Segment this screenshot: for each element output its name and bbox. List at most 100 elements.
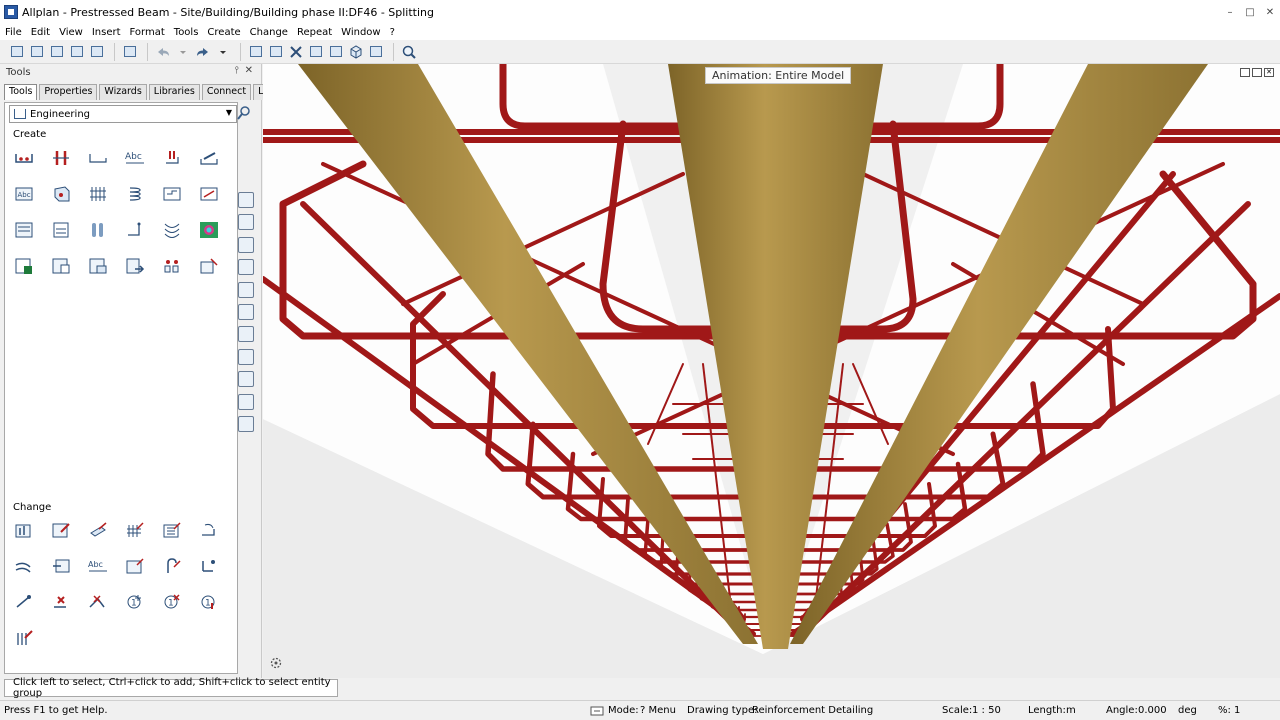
matrix-icon[interactable] bbox=[161, 255, 183, 277]
scale-value[interactable]: 1 : 50 bbox=[972, 705, 1001, 716]
spiral-icon[interactable] bbox=[124, 183, 146, 205]
strip-tool-icon[interactable] bbox=[238, 303, 254, 320]
close-window-button[interactable]: ✕ bbox=[1260, 0, 1280, 24]
report-icon[interactable] bbox=[50, 255, 72, 277]
delete-part-icon[interactable] bbox=[87, 591, 109, 613]
modify-properties-icon[interactable] bbox=[13, 627, 35, 649]
menu-tools[interactable]: Tools bbox=[170, 27, 203, 38]
modify-mesh-icon[interactable] bbox=[87, 519, 109, 541]
modify-place-icon[interactable] bbox=[198, 255, 220, 277]
renumber-delete-icon[interactable]: 1 bbox=[161, 591, 183, 613]
schedule-icon[interactable] bbox=[50, 219, 72, 241]
new-doc-icon[interactable] bbox=[8, 43, 26, 61]
menu-repeat[interactable]: Repeat bbox=[293, 27, 336, 38]
view-3d-icon[interactable] bbox=[347, 43, 365, 61]
modify-bend-icon[interactable] bbox=[198, 519, 220, 541]
list-icon[interactable] bbox=[87, 255, 109, 277]
copy-icon[interactable] bbox=[307, 43, 325, 61]
color-display-icon[interactable] bbox=[198, 219, 220, 241]
menu-change[interactable]: Change bbox=[246, 27, 292, 38]
close-icon[interactable]: ✕ bbox=[245, 65, 253, 76]
redo-dropdown-icon[interactable] bbox=[214, 43, 232, 61]
label-edit-icon[interactable] bbox=[124, 555, 146, 577]
strip-tool-icon[interactable] bbox=[238, 236, 254, 253]
tab-properties[interactable]: Properties bbox=[39, 84, 98, 100]
reinforcement-3d-view[interactable] bbox=[263, 64, 1280, 678]
tab-tools[interactable]: Tools bbox=[4, 84, 38, 100]
layers-icon[interactable] bbox=[367, 43, 385, 61]
menu-format[interactable]: Format bbox=[126, 27, 169, 38]
modify-area-icon[interactable] bbox=[161, 519, 183, 541]
tab-connect[interactable]: Connect bbox=[201, 84, 252, 100]
modify-params-icon[interactable] bbox=[13, 519, 35, 541]
viewport-close-icon[interactable]: ✕ bbox=[1264, 68, 1274, 77]
menu-file[interactable]: File bbox=[1, 27, 26, 38]
menu-edit[interactable]: Edit bbox=[27, 27, 54, 38]
renumber-move-icon[interactable]: 1 bbox=[198, 591, 220, 613]
menu-insert[interactable]: Insert bbox=[88, 27, 125, 38]
label-box-icon[interactable]: Abc bbox=[13, 183, 35, 205]
elevation-icon[interactable] bbox=[50, 147, 72, 169]
strip-tool-icon[interactable] bbox=[238, 371, 254, 388]
pin-icon[interactable]: ⫯ bbox=[235, 65, 239, 76]
area-reinf-icon[interactable] bbox=[161, 219, 183, 241]
mirror-icon[interactable] bbox=[327, 43, 345, 61]
plot-icon[interactable] bbox=[88, 43, 106, 61]
coupler-icon[interactable] bbox=[87, 219, 109, 241]
strip-tool-icon[interactable] bbox=[238, 393, 254, 410]
open-project-icon[interactable] bbox=[28, 43, 46, 61]
strip-tool-icon[interactable] bbox=[238, 214, 254, 231]
strip-tool-icon[interactable] bbox=[238, 259, 254, 276]
strip-tool-icon[interactable] bbox=[238, 281, 254, 298]
strip-tool-icon[interactable] bbox=[238, 326, 254, 343]
menu-help[interactable]: ? bbox=[386, 27, 399, 38]
drawing-type-value[interactable]: Reinforcement Detailing bbox=[752, 705, 873, 716]
snap-icon[interactable] bbox=[267, 43, 285, 61]
angle-value[interactable]: 0.000 bbox=[1138, 705, 1167, 716]
excel-export-icon[interactable] bbox=[13, 255, 35, 277]
export-arrow-icon[interactable] bbox=[124, 255, 146, 277]
connect-icon[interactable] bbox=[13, 591, 35, 613]
delete-bar-icon[interactable] bbox=[50, 591, 72, 613]
modify-edit-icon[interactable] bbox=[50, 519, 72, 541]
menu-mode-button[interactable]: ? Menu bbox=[640, 705, 676, 716]
modify-label-icon[interactable]: Abc bbox=[87, 555, 109, 577]
modify-grid-icon[interactable] bbox=[124, 519, 146, 541]
mode-icon[interactable] bbox=[590, 705, 604, 717]
strip-tool-icon[interactable] bbox=[238, 348, 254, 365]
section-3d-icon[interactable] bbox=[50, 183, 72, 205]
mesh-place-icon[interactable] bbox=[198, 147, 220, 169]
split-point-icon[interactable] bbox=[50, 555, 72, 577]
menu-create[interactable]: Create bbox=[203, 27, 244, 38]
strip-tool-icon[interactable] bbox=[238, 415, 254, 432]
delete-icon[interactable] bbox=[287, 43, 305, 61]
family-select[interactable]: Engineering ▼ bbox=[9, 105, 237, 123]
angle-unit[interactable]: deg bbox=[1178, 705, 1197, 716]
percent-value[interactable]: 1 bbox=[1234, 705, 1240, 716]
bend-bar-icon[interactable] bbox=[124, 219, 146, 241]
legend-icon[interactable] bbox=[13, 219, 35, 241]
menu-view[interactable]: View bbox=[55, 27, 87, 38]
bar-line-icon[interactable] bbox=[87, 147, 109, 169]
placement-icon[interactable] bbox=[161, 147, 183, 169]
viewport-minimize-icon[interactable] bbox=[1240, 68, 1250, 77]
open-files-icon[interactable] bbox=[48, 43, 66, 61]
undo-dropdown-icon[interactable] bbox=[174, 43, 192, 61]
maximize-button[interactable]: □ bbox=[1240, 0, 1260, 24]
tab-wizards[interactable]: Wizards bbox=[99, 84, 147, 100]
tab-libraries[interactable]: Libraries bbox=[148, 84, 200, 100]
measure-icon[interactable] bbox=[247, 43, 265, 61]
strip-tool-icon[interactable] bbox=[238, 192, 254, 208]
viewport-restore-icon[interactable] bbox=[1252, 68, 1262, 77]
redo-icon[interactable] bbox=[194, 43, 212, 61]
menu-window[interactable]: Window bbox=[337, 27, 384, 38]
chevron-down-icon[interactable]: ▼ bbox=[226, 108, 232, 117]
undo-icon[interactable] bbox=[154, 43, 172, 61]
search-icon[interactable] bbox=[236, 105, 252, 121]
renumber-icon[interactable]: 1 bbox=[124, 591, 146, 613]
split-bar-icon[interactable] bbox=[13, 555, 35, 577]
rebar-shape-icon[interactable] bbox=[13, 147, 35, 169]
stirrup-row-icon[interactable] bbox=[87, 183, 109, 205]
hook-icon[interactable] bbox=[161, 555, 183, 577]
mesh-shape-icon[interactable] bbox=[161, 183, 183, 205]
